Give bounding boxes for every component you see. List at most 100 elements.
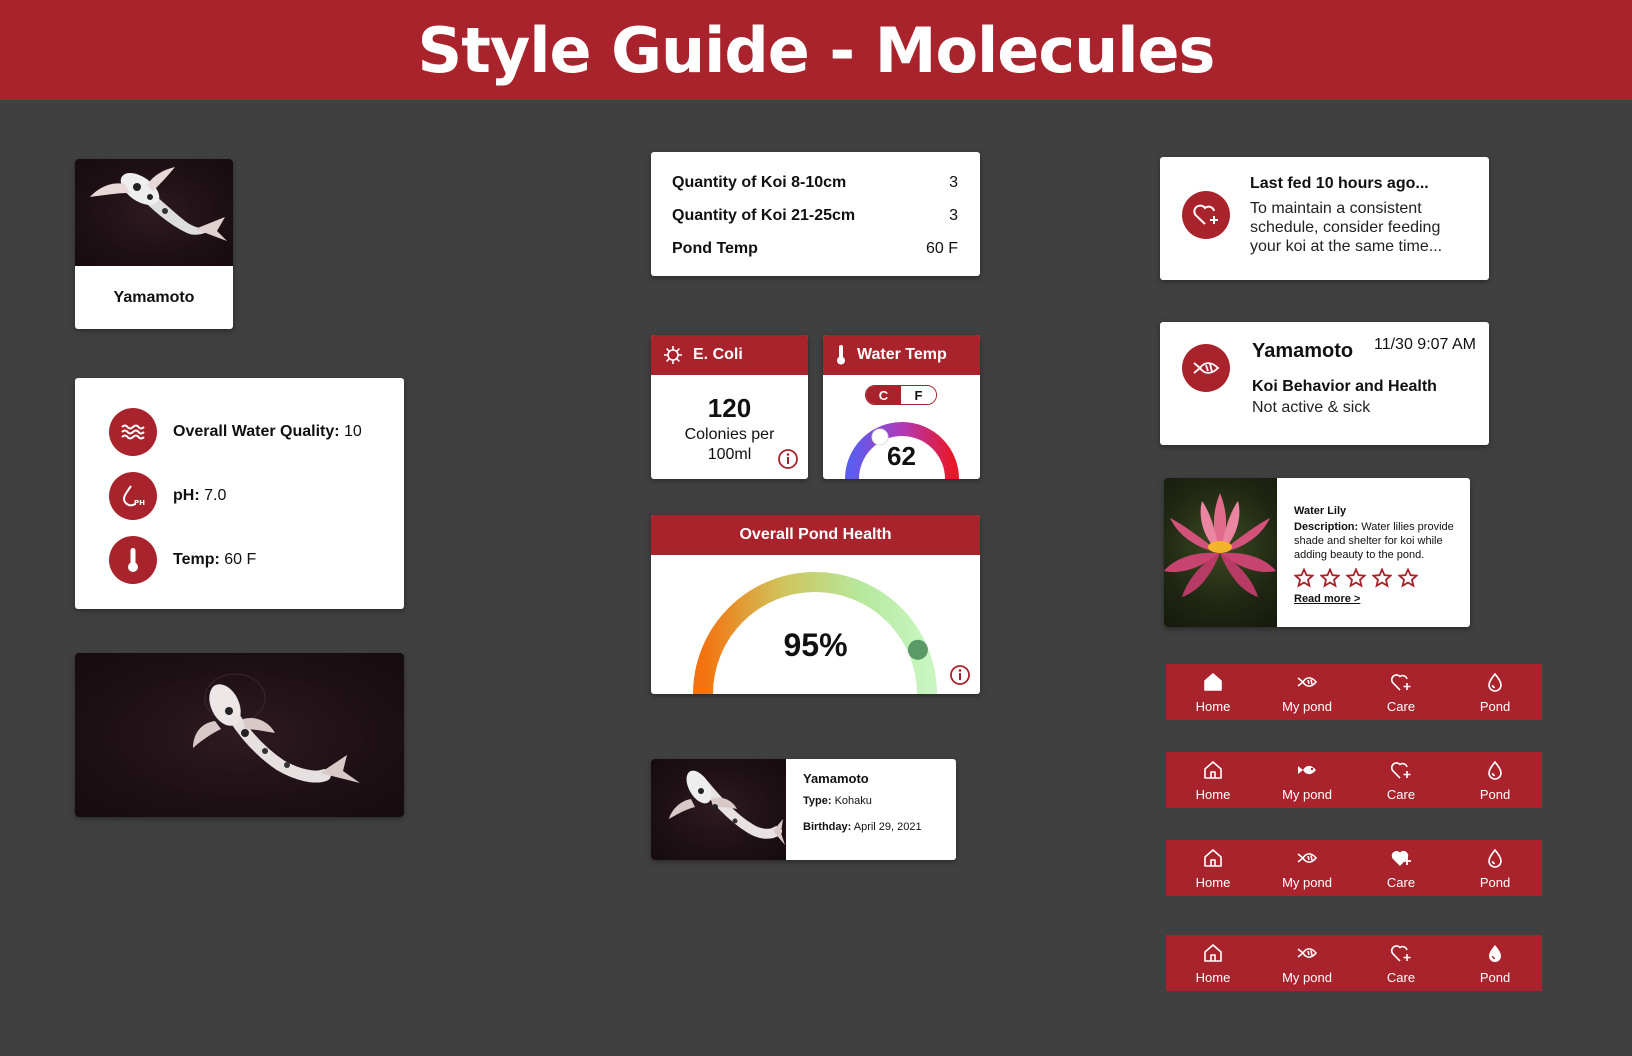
page-title: Style Guide - Molecules bbox=[417, 13, 1216, 87]
ph-row: PH pH: 7.0 bbox=[109, 472, 404, 520]
nav-home-label: Home bbox=[1195, 698, 1231, 714]
nav-home[interactable]: Home bbox=[1166, 752, 1260, 808]
info-icon[interactable] bbox=[777, 448, 799, 470]
behavior-timestamp: 11/30 9:07 AM bbox=[1374, 336, 1476, 353]
feed-notice-text: To maintain a consistent schedule, consi… bbox=[1250, 200, 1443, 255]
nav-bar-home-active: Home My pond Care Pond bbox=[1166, 664, 1542, 720]
nav-my-pond[interactable]: My pond bbox=[1260, 664, 1354, 720]
star-icon[interactable] bbox=[1398, 568, 1418, 588]
koi-name: Yamamoto bbox=[113, 288, 195, 306]
water-drop-icon bbox=[1488, 760, 1502, 780]
toggle-celsius[interactable]: C bbox=[866, 386, 901, 404]
nav-care-label: Care bbox=[1386, 786, 1416, 802]
stats-value: 3 bbox=[949, 206, 958, 224]
star-icon[interactable] bbox=[1320, 568, 1340, 588]
ph-value: 7.0 bbox=[204, 487, 227, 504]
temp-label: Temp: bbox=[173, 551, 220, 568]
unit-toggle[interactable]: C F bbox=[865, 385, 937, 405]
stats-value: 60 F bbox=[925, 239, 958, 257]
plant-card[interactable]: Water Lily Description: Water lilies pro… bbox=[1164, 478, 1470, 627]
nav-care[interactable]: Care bbox=[1354, 664, 1448, 720]
bacteria-icon bbox=[664, 346, 682, 364]
nav-bar-pond-active: Home My pond Care Pond bbox=[1166, 935, 1542, 991]
ecoli-title: E. Coli bbox=[693, 346, 743, 363]
nav-pond[interactable]: Pond bbox=[1448, 840, 1542, 896]
ecoli-card: E. Coli 120 Colonies per 100ml bbox=[651, 335, 808, 479]
pond-health-title: Overall Pond Health bbox=[651, 515, 980, 555]
pond-health-value: 95% bbox=[783, 627, 848, 663]
star-icon[interactable] bbox=[1346, 568, 1366, 588]
nav-pond[interactable]: Pond bbox=[1448, 752, 1542, 808]
nav-care[interactable]: Care bbox=[1354, 935, 1448, 991]
star-icon[interactable] bbox=[1294, 568, 1314, 588]
koi-card[interactable]: Yamamoto bbox=[75, 159, 233, 329]
nav-pond-label: Pond bbox=[1479, 969, 1511, 985]
koi-photo bbox=[75, 159, 233, 266]
nav-home[interactable]: Home bbox=[1166, 664, 1260, 720]
behavior-notice-card[interactable]: Yamamoto 11/30 9:07 AM Koi Behavior and … bbox=[1160, 322, 1489, 445]
type-label: Type: bbox=[803, 795, 832, 807]
stats-value: 3 bbox=[949, 173, 958, 191]
behavior-koi-name: Yamamoto bbox=[1252, 340, 1354, 362]
water-lily-image bbox=[1164, 493, 1276, 597]
nav-care-label: Care bbox=[1386, 698, 1416, 714]
koi-fish-image bbox=[193, 673, 360, 783]
nav-care[interactable]: Care bbox=[1354, 840, 1448, 896]
stats-label: Quantity of Koi 8-10cm bbox=[672, 173, 847, 191]
nav-my-pond[interactable]: My pond bbox=[1260, 935, 1354, 991]
nav-pond[interactable]: Pond bbox=[1448, 935, 1542, 991]
nav-care[interactable]: Care bbox=[1354, 752, 1448, 808]
nav-home-label: Home bbox=[1195, 969, 1231, 985]
ph-icon: PH bbox=[109, 472, 157, 520]
stats-label: Quantity of Koi 21-25cm bbox=[672, 206, 856, 224]
plant-desc-label: Description: bbox=[1294, 521, 1359, 533]
water-temp-value: 62 bbox=[887, 441, 916, 471]
plant-name: Water Lily bbox=[1294, 505, 1347, 517]
feed-notice-card[interactable]: Last fed 10 hours ago... To maintain a c… bbox=[1160, 157, 1489, 280]
nav-home[interactable]: Home bbox=[1166, 840, 1260, 896]
behavior-status: Not active & sick bbox=[1252, 399, 1371, 416]
water-drop-icon bbox=[1488, 672, 1502, 692]
water-temp-title: Water Temp bbox=[857, 346, 947, 363]
behavior-subtitle: Koi Behavior and Health bbox=[1252, 378, 1437, 395]
nav-my-pond-label: My pond bbox=[1282, 786, 1332, 802]
rating-stars[interactable] bbox=[1294, 568, 1462, 588]
nav-bar-care-active: Home My pond Care Pond bbox=[1166, 840, 1542, 896]
stats-row: Quantity of Koi 8-10cm 3 bbox=[672, 166, 958, 199]
ecoli-value: 120 bbox=[707, 393, 752, 423]
stats-row: Quantity of Koi 21-25cm 3 bbox=[672, 199, 958, 232]
home-icon bbox=[1204, 760, 1222, 779]
ph-label: pH: bbox=[173, 487, 200, 504]
koi-detail-card[interactable]: Yamamoto Type: Kohaku Birthday: April 29… bbox=[651, 759, 956, 860]
read-more-link[interactable]: Read more > bbox=[1294, 592, 1462, 606]
nav-home[interactable]: Home bbox=[1166, 935, 1260, 991]
nav-my-pond-label: My pond bbox=[1282, 698, 1332, 714]
thermometer-icon bbox=[837, 345, 845, 365]
koi-fish-image bbox=[90, 167, 227, 241]
temp-row: Temp: 60 F bbox=[109, 536, 404, 584]
nav-my-pond[interactable]: My pond bbox=[1260, 840, 1354, 896]
toggle-fahrenheit[interactable]: F bbox=[901, 386, 936, 404]
koi-large-photo bbox=[75, 653, 404, 817]
type-value: Kohaku bbox=[834, 795, 872, 807]
heart-plus-icon bbox=[1390, 673, 1411, 691]
fish-icon bbox=[1298, 765, 1316, 774]
nav-pond-label: Pond bbox=[1479, 874, 1511, 890]
water-lily-photo bbox=[1164, 478, 1277, 627]
pond-health-gauge bbox=[693, 572, 937, 694]
water-drop-icon bbox=[1489, 944, 1501, 962]
stats-row: Pond Temp 60 F bbox=[672, 232, 958, 265]
nav-pond[interactable]: Pond bbox=[1448, 664, 1542, 720]
nav-my-pond[interactable]: My pond bbox=[1260, 752, 1354, 808]
star-icon[interactable] bbox=[1372, 568, 1392, 588]
fish-icon bbox=[1182, 344, 1230, 392]
info-icon[interactable] bbox=[949, 664, 971, 686]
header-bar: Style Guide - Molecules bbox=[0, 0, 1632, 100]
thermometer-icon bbox=[109, 536, 157, 584]
water-quality-card: Overall Water Quality: 10 PH pH: 7.0 Tem… bbox=[75, 378, 404, 609]
pond-stats-card: Quantity of Koi 8-10cm 3 Quantity of Koi … bbox=[651, 152, 980, 276]
water-drop-icon bbox=[1488, 848, 1502, 868]
heart-plus-icon bbox=[1390, 761, 1411, 779]
fish-icon bbox=[1297, 852, 1318, 863]
stats-label: Pond Temp bbox=[672, 239, 758, 257]
